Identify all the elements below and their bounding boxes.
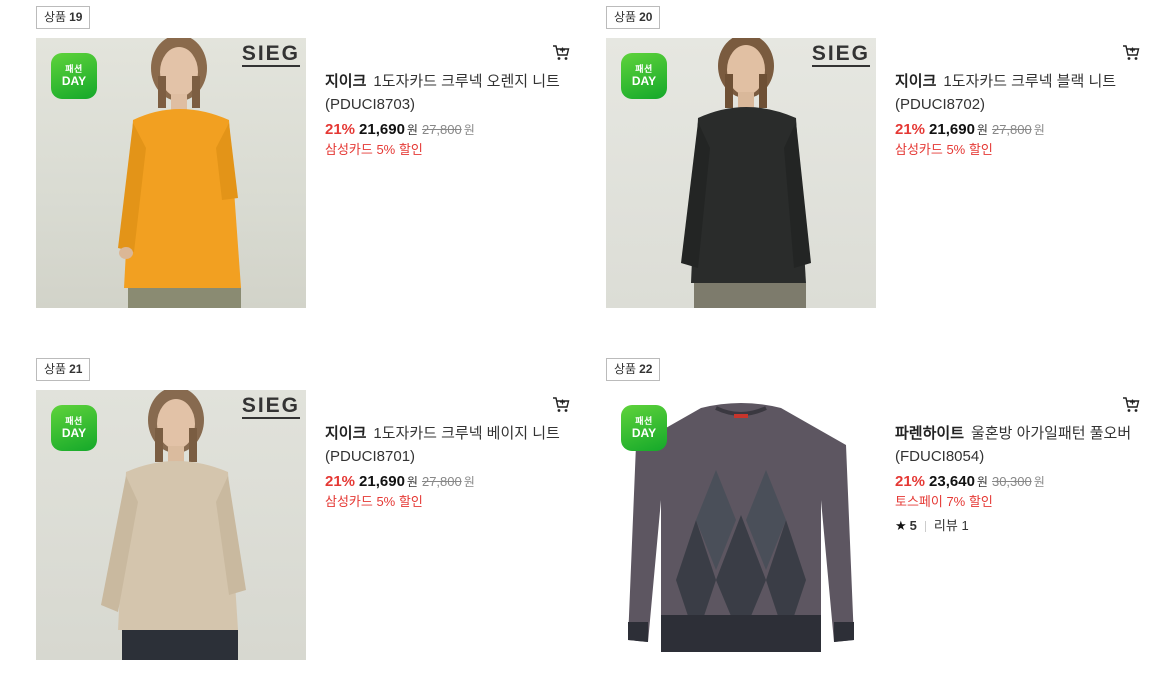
- cart-icon[interactable]: [1122, 44, 1140, 62]
- sale-price: 23,640: [929, 473, 975, 490]
- star-icon: ★: [895, 518, 907, 533]
- product-image[interactable]: 패션 DAY SIEG: [606, 38, 876, 308]
- sale-price: 21,690: [929, 121, 975, 138]
- brand-logo: SIEG: [811, 42, 870, 65]
- product-info: 지이크 1도자카드 크루넥 오렌지 니트 (PDUCI8703) 21% 21,69…: [325, 70, 573, 159]
- discount-rate: 21%: [325, 121, 356, 138]
- product-image[interactable]: 패션 DAY SIEG: [36, 390, 306, 660]
- product-brand: 파렌하이트: [895, 425, 965, 442]
- product-title[interactable]: 지이크 1도자카드 크루넥 블랙 니트 (PDUCI8702): [895, 70, 1143, 116]
- brand-logo: SIEG: [241, 42, 300, 65]
- brand-logo: SIEG: [241, 394, 300, 417]
- product-number-badge: 상품 20: [606, 6, 661, 29]
- product-number-badge: 상품 22: [606, 358, 661, 381]
- product-info: 지이크 1도자카드 크루넥 블랙 니트 (PDUCI8702) 21% 21,690…: [895, 70, 1143, 159]
- product-info: 지이크 1도자카드 크루넥 베이지 니트 (PDUCI8701) 21% 21,69…: [325, 422, 573, 511]
- price-line: 21% 21,690 원 27,800 원: [325, 473, 475, 490]
- product-card[interactable]: 상품 21 패션 DAY SIEG 지이크 1도자카드 크루넥 베이지 니트 (PDU…: [36, 358, 576, 678]
- review-summary[interactable]: ★ 5 리뷰 1: [895, 515, 1143, 534]
- cart-icon[interactable]: [552, 396, 570, 414]
- original-price: 27,800: [421, 474, 462, 489]
- fashion-day-badge: 패션 DAY: [51, 53, 97, 99]
- product-info: 파렌하이트 울혼방 아가일패턴 풀오버 (FDUCI8054) 21% 23,640…: [895, 422, 1143, 534]
- sale-price: 21,690: [359, 473, 405, 490]
- fashion-day-badge: 패션 DAY: [621, 53, 667, 99]
- product-brand: 지이크: [325, 73, 367, 90]
- product-number-badge: 상품 21: [36, 358, 91, 381]
- cart-icon[interactable]: [1122, 396, 1140, 414]
- original-price: 27,800: [421, 122, 462, 137]
- product-brand: 지이크: [895, 73, 937, 90]
- card-promo: 토스페이 7% 할인: [895, 494, 993, 509]
- product-image[interactable]: 패션 DAY SIEG: [36, 38, 306, 308]
- fashion-day-badge: 패션 DAY: [51, 405, 97, 451]
- product-image[interactable]: 패션 DAY: [606, 390, 876, 660]
- card-promo: 삼성카드 5% 할인: [895, 142, 993, 157]
- review-label: 리뷰: [933, 518, 958, 533]
- product-brand: 지이크: [325, 425, 367, 442]
- price-line: 21% 21,690 원 27,800 원: [895, 121, 1045, 138]
- discount-rate: 21%: [895, 473, 926, 490]
- product-title[interactable]: 지이크 1도자카드 크루넥 오렌지 니트 (PDUCI8703): [325, 70, 573, 116]
- price-line: 21% 21,690 원 27,800 원: [325, 121, 475, 138]
- cart-icon[interactable]: [552, 44, 570, 62]
- product-title[interactable]: 파렌하이트 울혼방 아가일패턴 풀오버 (FDUCI8054): [895, 422, 1143, 468]
- review-count: 1: [961, 518, 969, 533]
- original-price: 30,300: [991, 474, 1032, 489]
- card-promo: 삼성카드 5% 할인: [325, 142, 423, 157]
- sale-price: 21,690: [359, 121, 405, 138]
- original-price: 27,800: [991, 122, 1032, 137]
- product-number-badge: 상품 19: [36, 6, 91, 29]
- product-card[interactable]: 상품 20 패션 DAY SIEG 지이크 1도자카드 크루넥 블랙 니트 (PDUC…: [606, 6, 1146, 326]
- price-line: 21% 23,640 원 30,300 원: [895, 473, 1045, 490]
- rating-value: 5: [909, 518, 917, 533]
- product-card[interactable]: 상품 22 패션 DAY 파렌하이트 울혼방 아가일패턴 풀오버 (FDUCI8054…: [606, 358, 1146, 678]
- divider: [924, 521, 926, 533]
- discount-rate: 21%: [325, 473, 356, 490]
- discount-rate: 21%: [895, 121, 926, 138]
- product-card[interactable]: 상품 19 패션 DAY SIEG 지이크 1도자카드 크루넥 오렌지 니트 (PDU…: [36, 6, 576, 326]
- product-title[interactable]: 지이크 1도자카드 크루넥 베이지 니트 (PDUCI8701): [325, 422, 573, 468]
- fashion-day-badge: 패션 DAY: [621, 405, 667, 451]
- card-promo: 삼성카드 5% 할인: [325, 494, 423, 509]
